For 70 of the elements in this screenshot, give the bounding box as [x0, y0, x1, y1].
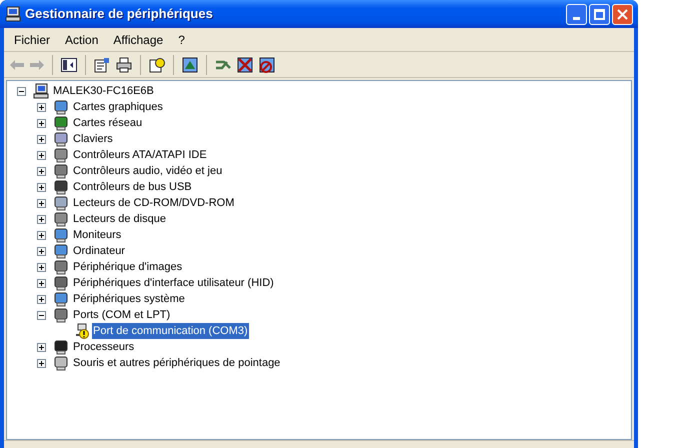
tree-item[interactable]: Lecteurs de disque	[72, 211, 167, 227]
maximize-button[interactable]	[589, 4, 610, 24]
device-icon	[53, 339, 69, 355]
computer-icon	[5, 6, 21, 22]
port-icon	[73, 323, 89, 339]
menu-item[interactable]: Affichage	[107, 30, 170, 48]
menu-item[interactable]: ?	[172, 30, 191, 48]
device-icon	[53, 259, 69, 275]
tree-item[interactable]: Cartes réseau	[72, 115, 144, 131]
device-icon	[53, 163, 69, 179]
expand-icon[interactable]	[37, 198, 46, 208]
device-icon	[53, 307, 69, 323]
tree-item[interactable]: Contrôleurs de bus USB	[72, 179, 193, 195]
tree-item[interactable]: Moniteurs	[72, 227, 122, 243]
expand-icon[interactable]	[37, 214, 46, 224]
device-icon	[53, 99, 69, 115]
maximize-icon	[594, 8, 605, 20]
expand-icon[interactable]	[37, 294, 46, 304]
printer-icon[interactable]	[116, 56, 132, 72]
collapse-icon[interactable]	[17, 86, 26, 96]
device-icon	[53, 131, 69, 147]
expand-icon[interactable]	[37, 342, 46, 352]
device-icon	[53, 355, 69, 371]
expand-icon[interactable]	[37, 134, 46, 144]
expand-icon[interactable]	[37, 358, 46, 368]
tree-item[interactable]: Périphériques système	[72, 291, 186, 307]
tree-item[interactable]: Périphérique d'images	[72, 259, 184, 275]
minimize-button[interactable]	[566, 4, 587, 24]
tree-item[interactable]: Claviers	[72, 131, 114, 147]
tree-item[interactable]: Contrôleurs audio, vidéo et jeu	[72, 163, 224, 179]
menu-item[interactable]: Action	[59, 30, 104, 48]
device-icon	[53, 147, 69, 163]
expand-icon[interactable]	[37, 118, 46, 128]
device-icon	[53, 115, 69, 131]
computer-icon	[33, 83, 49, 99]
tree-item[interactable]: Contrôleurs ATA/ATAPI IDE	[72, 147, 208, 163]
expand-icon[interactable]	[37, 150, 46, 160]
device-icon	[53, 211, 69, 227]
tree-item[interactable]: Port de communication (COM3)	[92, 323, 249, 339]
device-icon	[53, 243, 69, 259]
tree-item[interactable]: Souris et autres périphériques de pointage	[72, 355, 282, 371]
device-icon	[53, 227, 69, 243]
tree-item[interactable]: Lecteurs de CD-ROM/DVD-ROM	[72, 195, 236, 211]
expand-icon[interactable]	[37, 262, 46, 272]
expand-icon[interactable]	[37, 166, 46, 176]
expand-icon[interactable]	[37, 102, 46, 112]
device-icon	[53, 275, 69, 291]
close-icon	[617, 8, 628, 20]
uninstall-icon[interactable]	[237, 56, 253, 72]
panel-icon[interactable]	[61, 58, 77, 72]
expand-icon[interactable]	[37, 278, 46, 288]
expand-icon[interactable]	[37, 230, 46, 240]
close-button[interactable]	[612, 4, 633, 24]
window-title: Gestionnaire de périphériques	[25, 5, 213, 24]
tree-item[interactable]: Ordinateur	[72, 243, 126, 259]
device-icon	[53, 179, 69, 195]
tree-item[interactable]: Cartes graphiques	[72, 99, 164, 115]
properties-icon[interactable]	[94, 56, 110, 72]
device-icon	[53, 291, 69, 307]
device-icon	[53, 195, 69, 211]
disable-icon[interactable]	[259, 56, 275, 72]
tree-item[interactable]: Ports (COM et LPT)	[72, 307, 172, 323]
tree-item[interactable]: Périphériques d'interface utilisateur (HID)	[72, 275, 275, 291]
menu-item[interactable]: Fichier	[8, 30, 56, 48]
tree-item[interactable]: Processeurs	[72, 339, 136, 355]
expand-icon[interactable]	[37, 182, 46, 192]
collapse-icon[interactable]	[37, 310, 46, 320]
minimize-icon	[573, 16, 580, 20]
tree-item[interactable]: MALEK30-FC16E6B	[52, 83, 155, 99]
expand-icon[interactable]	[37, 246, 46, 256]
